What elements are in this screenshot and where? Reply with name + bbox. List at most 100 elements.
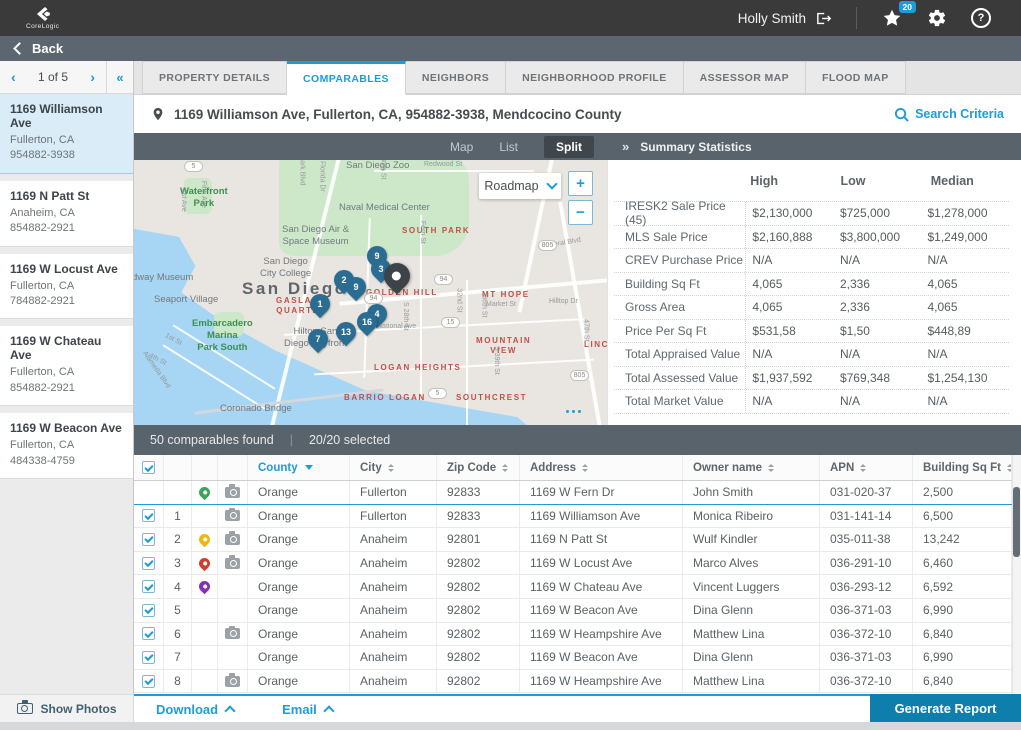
show-photos-button[interactable]: Show Photos xyxy=(0,694,134,722)
map-type-selector[interactable]: Roadmap xyxy=(479,173,561,199)
view-toggle-map[interactable]: Map xyxy=(450,140,473,154)
camera-icon[interactable] xyxy=(225,628,240,639)
next-page-button[interactable]: › xyxy=(90,69,95,85)
summary-statistics-title: Summary Statistics xyxy=(640,140,751,154)
cell-address: 1169 Williamson Ave xyxy=(520,505,683,528)
highway-shield-94: 94 xyxy=(434,274,453,285)
corelogic-logo[interactable]: CoreLogic xyxy=(26,6,59,30)
table-row[interactable]: 7OrangeAnaheim928021169 W Beacon AveDina… xyxy=(134,646,1012,670)
cell-city: Anaheim xyxy=(350,552,437,575)
stats-low-value: $1,50 xyxy=(834,324,922,338)
sidebar-item-1169-w-locust-ave[interactable]: 1169 W Locust AveFullerton, CA784882-292… xyxy=(0,254,133,320)
prev-page-button[interactable]: ‹ xyxy=(11,69,16,85)
sidebar-item-1169-n-patt-st[interactable]: 1169 N Patt StAnaheim, CA854882-2921 xyxy=(0,181,133,247)
gear-icon[interactable] xyxy=(927,8,947,28)
col-header-owner-name[interactable]: Owner name xyxy=(683,455,820,480)
stats-low-value: N/A xyxy=(834,253,922,267)
tab-neighborhood-profile[interactable]: NEIGHBORHOOD PROFILE xyxy=(506,61,684,94)
map[interactable]: San Diego ZooRedwood StWaterfront ParkNa… xyxy=(134,160,607,425)
row-checkbox[interactable] xyxy=(142,533,155,546)
brand-name: CoreLogic xyxy=(26,23,59,30)
cell-zip: 92802 xyxy=(437,646,520,669)
select-all-checkbox[interactable] xyxy=(142,461,155,474)
cell-apn: 036-293-12 xyxy=(820,575,913,598)
email-menu-button[interactable]: Email xyxy=(282,702,333,717)
map-scroll-indicator[interactable] xyxy=(566,410,581,413)
table-row[interactable]: 6OrangeAnaheim928021169 W Heampshire Ave… xyxy=(134,623,1012,647)
download-menu-button[interactable]: Download xyxy=(156,702,234,717)
camera-icon[interactable] xyxy=(225,510,240,521)
table-scrollbar-thumb[interactable] xyxy=(1013,487,1020,557)
map-label-embarcadero-marina-park-south: Embarcadero Marina Park South xyxy=(192,318,253,354)
cell-pin xyxy=(192,623,218,646)
generate-report-button[interactable]: Generate Report xyxy=(870,694,1021,722)
row-checkbox[interactable] xyxy=(142,580,155,593)
zoom-out-button[interactable]: − xyxy=(568,200,593,225)
table-row[interactable]: OrangeFullerton928331169 W Fern DrJohn S… xyxy=(134,481,1012,505)
map-pin-16[interactable]: 16 xyxy=(353,308,381,336)
camera-icon[interactable] xyxy=(225,558,240,569)
row-checkbox[interactable] xyxy=(142,627,155,640)
help-button[interactable]: ? xyxy=(971,8,991,28)
tab-neighbors[interactable]: NEIGHBORS xyxy=(406,61,506,94)
col-header-building-sq-ft[interactable]: Building Sq Ft xyxy=(913,455,1012,480)
map-label-lincoln: LINCOLN xyxy=(584,340,607,350)
table-row[interactable]: 8OrangeAnaheim928021169 W Heampshire Ave… xyxy=(134,670,1012,694)
tab-property-details[interactable]: PROPERTY DETAILS xyxy=(142,61,287,94)
user-menu[interactable]: Holly Smith xyxy=(738,11,832,26)
stats-low-value: 2,336 xyxy=(834,300,922,314)
cell-address: 1169 W Heampshire Ave xyxy=(520,623,683,646)
map-pin-7[interactable]: 7 xyxy=(304,325,332,353)
zoom-in-button[interactable]: + xyxy=(568,171,593,196)
camera-icon[interactable] xyxy=(225,487,240,498)
back-button[interactable]: Back xyxy=(15,41,63,56)
view-toggle-split[interactable]: Split xyxy=(544,136,594,158)
sidebar-collapse-button[interactable]: « xyxy=(106,61,133,93)
stats-high-value: N/A xyxy=(746,394,834,408)
camera-icon[interactable] xyxy=(225,676,240,687)
tab-comparables[interactable]: COMPARABLES xyxy=(287,61,406,95)
table-row[interactable]: 3OrangeAnaheim928021169 W Locust AveMarc… xyxy=(134,552,1012,576)
col-header-zip-code[interactable]: Zip Code xyxy=(437,455,520,480)
row-checkbox[interactable] xyxy=(142,509,155,522)
cell-camera xyxy=(218,575,248,598)
cell-city: Fullerton xyxy=(350,505,437,528)
table-row[interactable]: 2OrangeAnaheim928011169 N Patt StWulf Ki… xyxy=(134,528,1012,552)
cell-checkbox xyxy=(134,670,164,693)
cell-apn: 036-371-03 xyxy=(820,646,913,669)
col-header-address[interactable]: Address xyxy=(520,455,683,480)
camera-icon[interactable] xyxy=(225,534,240,545)
row-checkbox[interactable] xyxy=(142,675,155,688)
map-pin-9[interactable]: 9 xyxy=(342,273,370,301)
col-header-county[interactable]: County xyxy=(248,455,350,480)
table-row[interactable]: 5OrangeAnaheim928021169 W Beacon AveDina… xyxy=(134,599,1012,623)
cell-zip: 92802 xyxy=(437,623,520,646)
cell-zip: 92833 xyxy=(437,481,520,504)
table-row[interactable]: 4OrangeAnaheim928021169 W Chateau AveVin… xyxy=(134,575,1012,599)
row-checkbox[interactable] xyxy=(142,557,155,570)
cell-checkbox xyxy=(134,575,164,598)
view-toggle-list[interactable]: List xyxy=(499,140,518,154)
search-criteria-link[interactable]: Search Criteria xyxy=(894,107,1004,122)
map-pin-number: 7 xyxy=(308,329,328,349)
col-header-city[interactable]: City xyxy=(350,455,437,480)
logout-icon[interactable] xyxy=(815,11,832,26)
row-checkbox[interactable] xyxy=(142,651,155,664)
stats-col-median: Median xyxy=(931,174,1021,188)
panel-collapse-icon[interactable]: » xyxy=(622,139,629,154)
cell-city: Anaheim xyxy=(350,575,437,598)
tab-assessor-map[interactable]: ASSESSOR MAP xyxy=(684,61,806,94)
row-checkbox[interactable] xyxy=(142,604,155,617)
tab-flood-map[interactable]: FLOOD MAP xyxy=(806,61,906,94)
table-row[interactable]: 1OrangeFullerton928331169 Williamson Ave… xyxy=(134,505,1012,529)
summary-statistics-header[interactable]: » Summary Statistics xyxy=(607,133,752,160)
back-bar: Back xyxy=(0,36,1021,61)
favorites-button[interactable]: 20 xyxy=(881,8,903,29)
map-pin-1[interactable]: 1 xyxy=(306,290,334,318)
yellow-pin-icon xyxy=(197,532,213,548)
sidebar-item-1169-w-beacon-ave[interactable]: 1169 W Beacon AveFullerton, CA484338-475… xyxy=(0,413,133,479)
sidebar-item-1169-w-chateau-ave[interactable]: 1169 W Chateau AveFullerton, CA854882-29… xyxy=(0,326,133,406)
col-header-apn[interactable]: APN xyxy=(820,455,913,480)
map-pin-13[interactable]: 13 xyxy=(332,318,360,346)
sidebar-item-1169-williamson-ave[interactable]: 1169 Williamson AveFullerton, CA954882-3… xyxy=(0,94,133,174)
